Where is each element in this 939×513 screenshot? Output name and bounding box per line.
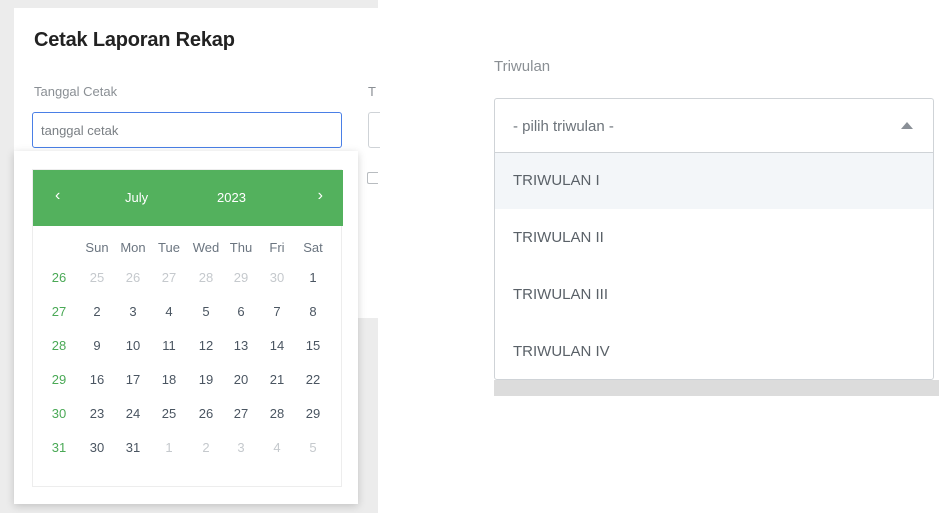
weekday-header: Tue	[158, 240, 180, 255]
calendar-day[interactable]: 30	[259, 266, 295, 290]
calendar-day[interactable]: 8	[295, 300, 331, 324]
weekday-header: Fri	[269, 240, 285, 255]
calendar-day[interactable]: 14	[259, 334, 295, 358]
datepicker-popup: ‹ July 2023 › Sun Mon Tue Wed Thu Fri Sat 26 25 2…	[14, 151, 358, 504]
caret-up-icon	[901, 122, 913, 129]
page-title: Cetak Laporan Rekap	[34, 29, 235, 51]
calendar-day[interactable]: 7	[259, 300, 295, 324]
weekday-header: Wed	[192, 240, 220, 255]
triwulan-option[interactable]: TRIWULAN III	[495, 267, 933, 323]
next-field-label: T	[368, 84, 376, 99]
triwulan-option[interactable]: TRIWULAN IV	[495, 324, 933, 380]
dropdown-backdrop	[494, 380, 939, 396]
calendar-day[interactable]: 4	[259, 436, 295, 460]
week-number: 27	[51, 304, 67, 319]
calendar-day[interactable]: 23	[79, 402, 115, 426]
calendar-day[interactable]: 6	[223, 300, 259, 324]
calendar-day[interactable]: 30	[79, 436, 115, 460]
weekday-header: Thu	[229, 240, 253, 255]
week-number: 29	[51, 372, 67, 387]
week-number: 26	[51, 270, 67, 285]
calendar-day[interactable]: 19	[188, 368, 224, 392]
triwulan-placeholder: - pilih triwulan -	[513, 118, 614, 135]
calendar-day[interactable]: 11	[151, 334, 187, 358]
calendar-day[interactable]: 1	[151, 436, 187, 460]
date-field-label: Tanggal Cetak	[34, 84, 118, 99]
calendar-day[interactable]: 29	[223, 266, 259, 290]
week-number: 30	[51, 406, 67, 421]
week-number: 28	[51, 338, 67, 353]
triwulan-option[interactable]: TRIWULAN I	[495, 153, 933, 209]
weekday-header: Sun	[85, 240, 109, 255]
calendar-day[interactable]: 25	[79, 266, 115, 290]
datepicker-header: ‹ July 2023 ›	[33, 170, 343, 226]
month-selector[interactable]: July	[125, 190, 148, 205]
calendar-day[interactable]: 3	[115, 300, 151, 324]
calendar-day[interactable]: 5	[295, 436, 331, 460]
calendar-day[interactable]: 2	[188, 436, 224, 460]
next-field-input[interactable]	[368, 112, 380, 148]
calendar-day[interactable]: 27	[223, 402, 259, 426]
weekday-header: Mon	[120, 240, 146, 255]
calendar-day[interactable]: 1	[295, 266, 331, 290]
triwulan-options: TRIWULAN I TRIWULAN II TRIWULAN III TRIW…	[494, 152, 934, 380]
year-selector[interactable]: 2023	[217, 190, 246, 205]
weekday-header: Sat	[303, 240, 323, 255]
calendar-day[interactable]: 5	[188, 300, 224, 324]
calendar-day[interactable]: 9	[79, 334, 115, 358]
calendar-day[interactable]: 28	[259, 402, 295, 426]
calendar-day[interactable]: 4	[151, 300, 187, 324]
calendar-day[interactable]: 21	[259, 368, 295, 392]
calendar-day[interactable]: 15	[295, 334, 331, 358]
datepicker-frame: ‹ July 2023 › Sun Mon Tue Wed Thu Fri Sat 26 25 2…	[32, 169, 343, 487]
calendar-day[interactable]: 27	[151, 266, 187, 290]
triwulan-label: Triwulan	[494, 58, 551, 75]
calendar-day[interactable]: 31	[115, 436, 151, 460]
calendar-day[interactable]: 26	[188, 402, 224, 426]
prev-month-button[interactable]: ‹	[55, 187, 60, 205]
calendar-day[interactable]: 22	[295, 368, 331, 392]
calendar-day[interactable]: 28	[188, 266, 224, 290]
calendar-day[interactable]: 24	[115, 402, 151, 426]
calendar-day[interactable]: 25	[151, 402, 187, 426]
week-number: 31	[51, 440, 67, 455]
calendar-day[interactable]: 18	[151, 368, 187, 392]
calendar-day[interactable]: 3	[223, 436, 259, 460]
calendar-day[interactable]: 12	[188, 334, 224, 358]
calendar-day[interactable]: 29	[295, 402, 331, 426]
triwulan-select[interactable]: - pilih triwulan -	[494, 98, 934, 152]
next-checkbox[interactable]	[367, 172, 378, 184]
calendar-day[interactable]: 17	[115, 368, 151, 392]
next-month-button[interactable]: ›	[318, 187, 323, 205]
calendar-day[interactable]: 2	[79, 300, 115, 324]
calendar-day[interactable]: 10	[115, 334, 151, 358]
print-date-input[interactable]	[32, 112, 342, 148]
triwulan-option[interactable]: TRIWULAN II	[495, 210, 933, 266]
calendar-day[interactable]: 20	[223, 368, 259, 392]
calendar-day[interactable]: 26	[115, 266, 151, 290]
calendar-day[interactable]: 16	[79, 368, 115, 392]
calendar-day[interactable]: 13	[223, 334, 259, 358]
